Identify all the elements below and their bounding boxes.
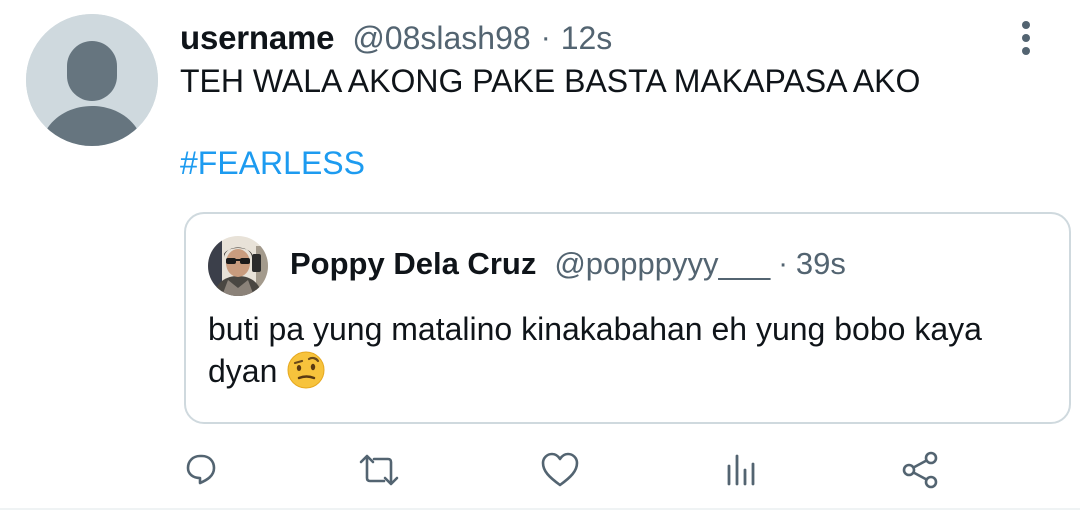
more-vertical-icon — [1022, 21, 1030, 55]
face-with-raised-eyebrow-icon — [287, 351, 325, 389]
quoted-tweet[interactable]: Poppy Dela Cruz @popppyyy___ · 39s buti … — [184, 212, 1071, 424]
timestamp[interactable]: 12s — [561, 20, 613, 57]
retweet-icon — [359, 454, 399, 486]
quoted-timestamp: 39s — [795, 246, 846, 281]
hashtag-link[interactable]: #FEARLESS — [180, 142, 365, 184]
analytics-button[interactable] — [718, 448, 762, 492]
quoted-header: Poppy Dela Cruz @popppyyy___ · 39s — [290, 246, 846, 282]
analytics-icon — [727, 454, 755, 486]
quoted-tweet-text: buti pa yung matalino kinakabahan eh yun… — [208, 308, 1028, 392]
like-button[interactable] — [538, 448, 582, 492]
quoted-display-name[interactable]: Poppy Dela Cruz — [290, 246, 536, 282]
more-options-button[interactable] — [1006, 18, 1046, 58]
user-photo-icon — [208, 236, 268, 296]
reply-button[interactable] — [178, 448, 222, 492]
quoted-user-handle[interactable]: @popppyyy___ — [554, 246, 770, 282]
avatar[interactable] — [26, 14, 158, 146]
tweet[interactable]: username @08slash98 · 12s TEH WALA AKONG… — [0, 0, 1080, 523]
display-name[interactable]: username — [180, 19, 335, 57]
share-button[interactable] — [898, 448, 942, 492]
heart-icon — [541, 452, 579, 487]
reply-icon — [186, 454, 216, 485]
separator-dot: · — [540, 21, 551, 54]
tweet-text: TEH WALA AKONG PAKE BASTA MAKAPASA AKO — [180, 63, 921, 99]
action-bar — [0, 440, 1080, 496]
quoted-avatar[interactable] — [208, 236, 268, 296]
user-handle[interactable]: @08slash98 — [352, 20, 530, 57]
divider — [0, 508, 1080, 510]
default-avatar-icon — [26, 14, 158, 146]
quoted-separator-dot: · — [778, 247, 788, 280]
retweet-button[interactable] — [357, 448, 401, 492]
share-icon — [902, 451, 938, 489]
tweet-header: username @08slash98 · 12s — [180, 16, 612, 60]
